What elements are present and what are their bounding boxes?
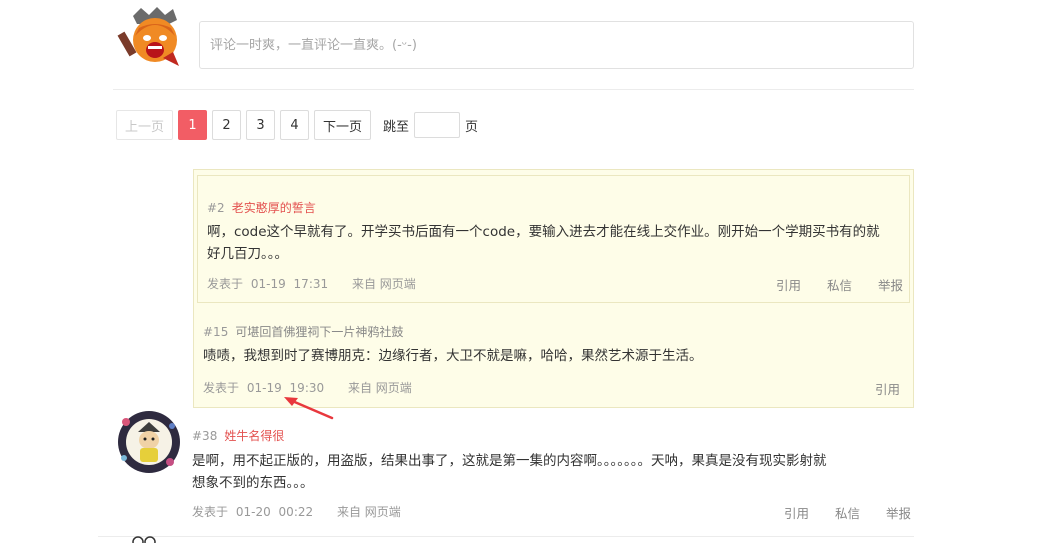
- username-link[interactable]: 可堪回首佛狸祠下一片神鸦社鼓: [235, 325, 403, 339]
- post-time: 17:31: [293, 277, 329, 291]
- post-time: 00:22: [278, 505, 314, 519]
- prev-page-button[interactable]: 上一页: [116, 110, 174, 140]
- comment-input[interactable]: [199, 21, 914, 69]
- comment-text-line: 是啊，用不起正版的，用盗版，结果出事了，这就是第一集的内容啊。。。。。。。天呐，…: [192, 453, 827, 469]
- quoted-comment-header: #2 老实憨厚的誓言: [207, 199, 316, 216]
- comment-text-line: 啊，code这个早就有了。开学买书后面有一个code，要输入进去才能在线上交作业…: [207, 224, 880, 240]
- post-date: 01-19: [250, 277, 286, 291]
- posted-label: 发表于: [192, 505, 229, 519]
- quote-button[interactable]: 引用: [784, 503, 809, 522]
- quote-button[interactable]: 引用: [875, 379, 900, 398]
- posted-label: 发表于: [207, 277, 244, 291]
- quoted-comment-actions: 引用 私信 举报: [750, 275, 903, 294]
- quoted-comment-meta: 发表于 01-19 17:31 来自 网页端: [207, 275, 420, 292]
- user-avatar[interactable]: [108, 408, 190, 476]
- nested-reply-text: 啧啧，我想到时了赛博朋克：边缘行者，大卫不就是嘛，哈哈，果然艺术源于生活。: [203, 348, 703, 364]
- post-source: 来自 网页端: [347, 381, 412, 395]
- post-date: 01-20: [235, 505, 271, 519]
- page-1-button[interactable]: 1: [178, 110, 208, 140]
- post-source: 来自 网页端: [336, 505, 401, 519]
- comment-meta: 发表于 01-20 00:22 来自 网页端: [192, 503, 405, 520]
- report-button[interactable]: 举报: [886, 503, 911, 522]
- jump-to-label: 跳至: [383, 119, 410, 135]
- username-link[interactable]: 老实憨厚的誓言: [232, 201, 316, 215]
- page-3-button[interactable]: 3: [246, 110, 276, 140]
- report-button[interactable]: 举报: [878, 275, 903, 294]
- next-page-button[interactable]: 下一页: [314, 110, 372, 140]
- divider: [113, 89, 914, 90]
- jump-page-input[interactable]: [414, 112, 461, 138]
- nested-reply-header: #15 可堪回首佛狸祠下一片神鸦社鼓: [203, 323, 403, 340]
- message-button[interactable]: 私信: [835, 503, 860, 522]
- floor-number: #2: [207, 201, 225, 215]
- post-date: 01-19: [246, 381, 282, 395]
- page-suffix-label: 页: [465, 119, 479, 135]
- quote-button[interactable]: 引用: [776, 275, 801, 294]
- message-button[interactable]: 私信: [827, 275, 852, 294]
- comment-actions: 引用 私信 举报: [758, 503, 911, 522]
- floor-number: #15: [203, 325, 229, 339]
- comment-text-line: 好几百刀。。。: [207, 246, 288, 262]
- comment-text: 是啊，用不起正版的，用盗版，结果出事了，这就是第一集的内容啊。。。。。。。天呐，…: [192, 450, 907, 494]
- posted-label: 发表于: [203, 381, 240, 395]
- username-link[interactable]: 姓牛名得很: [224, 429, 284, 443]
- quoted-comment-text: 啊，code这个早就有了。开学买书后面有一个code，要输入进去才能在线上交作业…: [207, 221, 907, 265]
- comment-header: #38 姓牛名得很: [192, 427, 284, 444]
- annotation-arrow-icon: [284, 397, 334, 420]
- comment-text-line: 想象不到的东西。。。: [192, 475, 314, 491]
- nested-reply-actions: 引用: [849, 379, 900, 398]
- post-source: 来自 网页端: [351, 277, 416, 291]
- divider: [98, 536, 914, 537]
- user-avatar-partial[interactable]: [128, 534, 162, 543]
- page-4-button[interactable]: 4: [280, 110, 310, 140]
- page-2-button[interactable]: 2: [212, 110, 242, 140]
- user-avatar-top[interactable]: [113, 6, 191, 70]
- floor-number: #38: [192, 429, 218, 443]
- pagination: 上一页 1 2 3 4 下一页 跳至 页: [116, 110, 478, 140]
